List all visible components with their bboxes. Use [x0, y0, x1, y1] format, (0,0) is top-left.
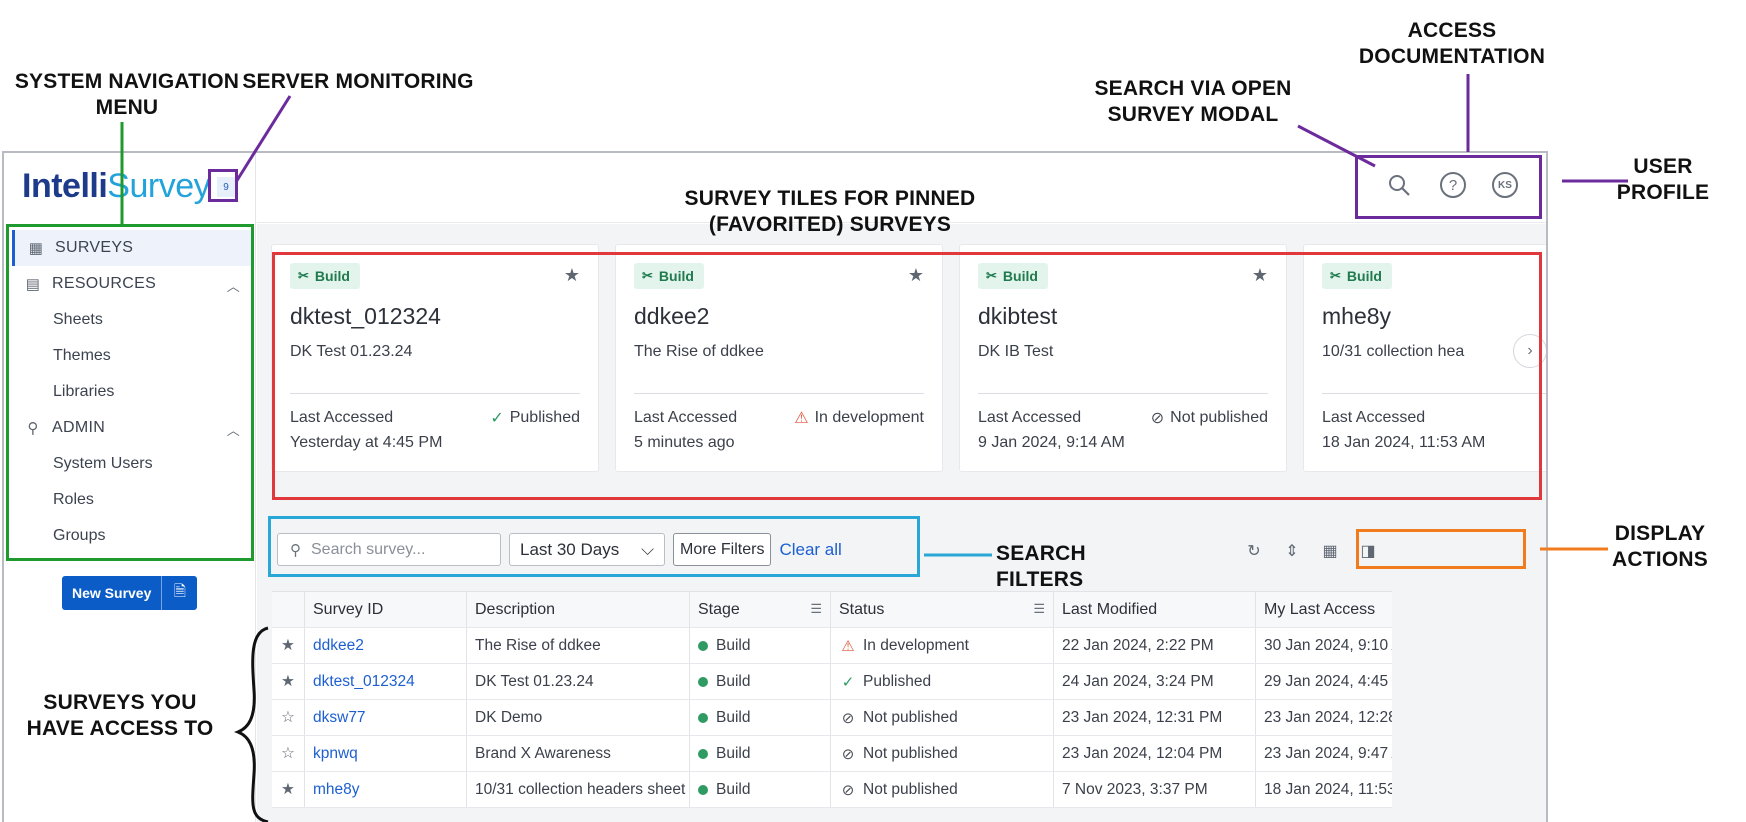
server-pointer-line — [234, 95, 292, 183]
annotation-surveys-access: SURVEYS YOU HAVE ACCESS TO — [26, 691, 214, 740]
annotation-server-monitoring: SERVER MONITORING — [242, 70, 474, 93]
annotation-lines — [120, 74, 1628, 822]
annotation-search-filters: SEARCH FILTERS — [996, 542, 1086, 591]
annotation-access-docs: ACCESS DOCUMENTATION — [1358, 19, 1546, 68]
search-pointer-line — [1297, 124, 1376, 168]
annotation-system-nav: SYSTEM NAVIGATION MENU — [14, 70, 240, 119]
annotation-search-modal: SEARCH VIA OPEN SURVEY MODAL — [1094, 77, 1292, 126]
annotation-display-actions: DISPLAY ACTIONS — [1612, 522, 1708, 571]
curly-brace — [233, 626, 269, 822]
annotation-user-profile: USER PROFILE — [1616, 155, 1710, 204]
annotation-tiles: SURVEY TILES FOR PINNED (FAVORITED) SURV… — [684, 187, 976, 236]
